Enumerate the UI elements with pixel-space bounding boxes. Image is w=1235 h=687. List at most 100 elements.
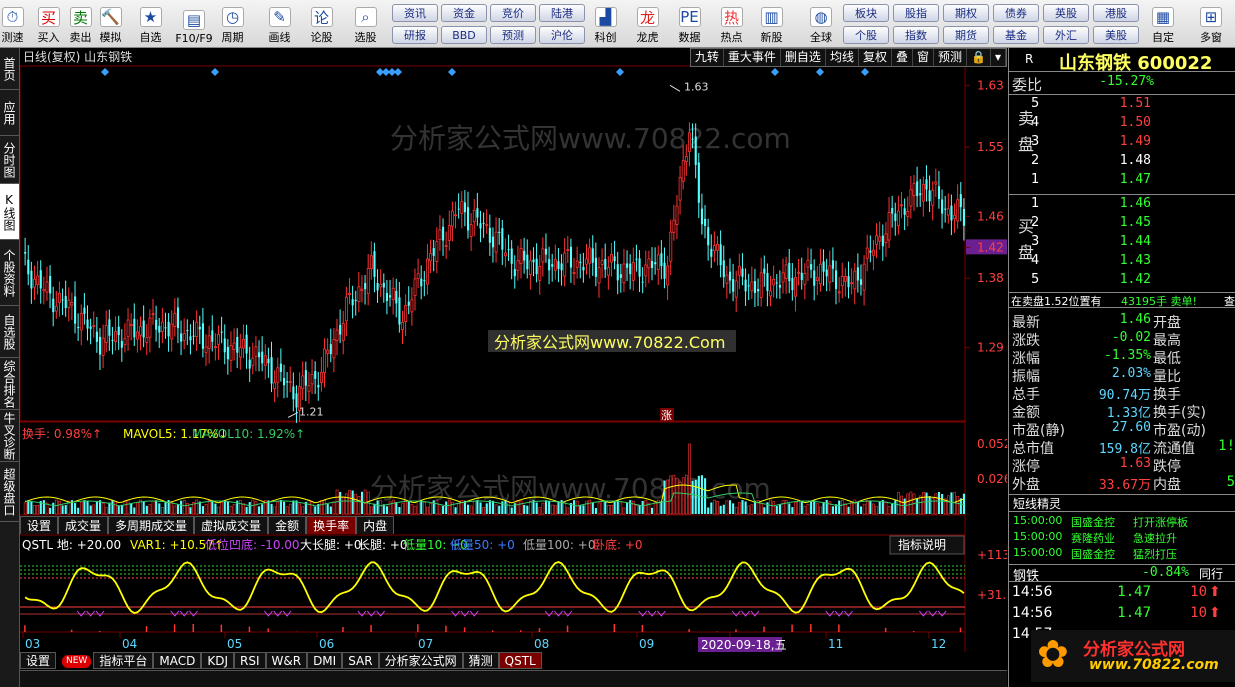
candle-body	[560, 263, 563, 271]
left-tab-0[interactable]: 首页	[0, 48, 19, 90]
market-btn-期货[interactable]: 期货	[943, 26, 989, 44]
search-button[interactable]: ⌕ 选股	[350, 0, 381, 47]
market-btn-期权[interactable]: 期权	[943, 4, 989, 22]
market-btn-港股[interactable]: 港股	[1093, 4, 1139, 22]
hot-button[interactable]: 热热点	[716, 0, 747, 47]
chart-tool-8[interactable]: 🔒	[967, 49, 991, 66]
left-tab-3[interactable]: K线图	[0, 184, 19, 240]
indicator-tab-2[interactable]: 多周期成交量	[108, 516, 195, 534]
bottom-tab-8[interactable]: SAR	[342, 652, 379, 669]
kline-chart-area[interactable]: 1.63 1.55 1.46 1.42 1.38 1.29 分析家公式网www.70822.…	[20, 48, 1007, 652]
ipo-button[interactable]: ▥ 新股	[756, 0, 787, 47]
kline-chart-svg[interactable]: 1.63 1.55 1.46 1.42 1.38 1.29 分析家公式网www.70822.…	[20, 48, 1007, 652]
indicator-tab-3[interactable]: 虚拟成交量	[194, 516, 269, 534]
indicator-tab-0[interactable]: 设置	[20, 516, 59, 534]
bottom-tab-10[interactable]: 猜测	[462, 652, 499, 669]
indicator-tab-5[interactable]: 换手率	[306, 516, 357, 534]
volume-bar	[298, 503, 301, 515]
quick-btn-资金[interactable]: 资金	[441, 4, 487, 22]
pen-button[interactable]: ✎ 画线	[264, 0, 295, 47]
market-btn-外汇[interactable]: 外汇	[1043, 26, 1089, 44]
left-tab-8[interactable]: 超级盘口	[0, 462, 19, 522]
quick-btn-沪伦[interactable]: 沪伦	[539, 26, 585, 44]
indicator-tab-4[interactable]: 金额	[268, 516, 307, 534]
chart-button[interactable]: ▟ 科创	[590, 0, 621, 47]
bottom-tab-4[interactable]: KDJ	[201, 652, 234, 669]
volume-bar	[148, 504, 152, 515]
alert-stock[interactable]: 国盛金控	[1071, 514, 1115, 530]
quote-row: 涨跌 -0.02 最高	[1009, 330, 1235, 349]
bottom-tab-1[interactable]: NEW	[62, 655, 92, 668]
market-btn-英股[interactable]: 英股	[1043, 4, 1089, 22]
bottom-tab-11[interactable]: QSTL	[498, 652, 542, 669]
quick-btn-陆港[interactable]: 陆港	[539, 4, 585, 22]
market-btn-指数[interactable]: 指数	[893, 26, 939, 44]
left-tab-1[interactable]: 应用	[0, 90, 19, 136]
bottom-tab-6[interactable]: W&R	[265, 652, 308, 669]
multiwin-button[interactable]: ⊞ 多窗	[1192, 0, 1230, 47]
indicator-tab-1[interactable]: 成交量	[58, 516, 109, 534]
peer-button[interactable]: 同行	[1199, 565, 1223, 582]
left-tab-7[interactable]: 牛叉诊断	[0, 410, 19, 462]
volume-bar	[442, 506, 445, 514]
chart-tool-1[interactable]: 重大事件	[724, 49, 781, 66]
bottom-tab-3[interactable]: MACD	[153, 652, 202, 669]
star-icon: ★	[139, 7, 162, 27]
indicator-tab-6[interactable]: 内盘	[356, 516, 395, 534]
clock-button[interactable]: ◷ 周期	[217, 0, 248, 47]
chevron-down-icon[interactable]: ▾	[991, 49, 1006, 66]
bottom-tab-5[interactable]: RSI	[234, 652, 266, 669]
market-btn-板块[interactable]: 板块	[843, 4, 889, 22]
doc-button[interactable]: ▤ F10/F9	[174, 0, 214, 47]
market-btn-股指[interactable]: 股指	[893, 4, 939, 22]
chart-tool-6[interactable]: 窗	[913, 49, 934, 66]
chart-tool-5[interactable]: 叠	[892, 49, 913, 66]
bottom-tab-9[interactable]: 分析家公式网	[378, 652, 463, 669]
chart-tool-7[interactable]: 预测	[934, 49, 968, 66]
forum-button[interactable]: 论论股	[306, 0, 337, 47]
quote-row: 市盈(静) 27.60 市盈(动)	[1009, 420, 1235, 439]
quote-row: 4 1.43	[1009, 253, 1235, 271]
speed-button[interactable]: ⏱ 测速	[0, 0, 25, 47]
chart-tool-0[interactable]: 九转	[691, 49, 724, 66]
quick-btn-BBD[interactable]: BBD	[441, 26, 487, 44]
sell-button[interactable]: 卖卖出	[65, 0, 96, 47]
chart-tool-4[interactable]: 复权	[859, 49, 892, 66]
market-btn-债券[interactable]: 债券	[993, 4, 1039, 22]
stat-label: 涨幅	[1012, 351, 1040, 367]
dxjl-title[interactable]: 短线精灵	[1013, 495, 1061, 512]
qstl-field-3: 大长腿: +0	[300, 538, 362, 552]
dragon-button[interactable]: 龙龙虎	[632, 0, 663, 47]
volume-bar	[239, 500, 242, 515]
candle-body	[557, 261, 560, 269]
buy-button[interactable]: 买买入	[33, 0, 64, 47]
market-btn-个股[interactable]: 个股	[843, 26, 889, 44]
quick-btn-研报[interactable]: 研报	[392, 26, 438, 44]
candle-body	[401, 322, 405, 331]
pe-button[interactable]: PE 数据	[674, 0, 705, 47]
alert-stock[interactable]: 赛隆药业	[1071, 530, 1115, 546]
chart-tool-3[interactable]: 均线	[826, 49, 859, 66]
star-button[interactable]: ★ 自选	[135, 0, 166, 47]
candle-body	[859, 279, 863, 285]
quick-btn-预测[interactable]: 预测	[490, 26, 536, 44]
quick-btn-竞价[interactable]: 竞价	[490, 4, 536, 22]
hammer-button[interactable]: 🔨 模拟	[95, 0, 126, 47]
left-tab-4[interactable]: 个股资料	[0, 240, 19, 306]
bottom-tab-0[interactable]: 设置	[20, 652, 57, 669]
custom-button[interactable]: ▦ 自定	[1144, 0, 1182, 47]
quick-btn-资讯[interactable]: 资讯	[392, 4, 438, 22]
market-btn-基金[interactable]: 基金	[993, 26, 1039, 44]
bottom-tab-7[interactable]: DMI	[307, 652, 343, 669]
market-btn-美股[interactable]: 美股	[1093, 26, 1139, 44]
left-tab-6[interactable]: 综合排名	[0, 358, 19, 410]
candle-body	[757, 289, 760, 292]
candle-body	[273, 382, 277, 389]
alert-stock[interactable]: 国盛金控	[1071, 546, 1115, 562]
left-tab-5[interactable]: 自选股	[0, 306, 19, 358]
chart-tool-2[interactable]: 删自选	[781, 49, 826, 66]
toolbar-label: 自选	[139, 31, 162, 44]
bottom-tab-2[interactable]: 指标平台	[93, 652, 154, 669]
globe-button[interactable]: ◍ 全球	[797, 0, 845, 47]
left-tab-2[interactable]: 分时图	[0, 136, 19, 184]
